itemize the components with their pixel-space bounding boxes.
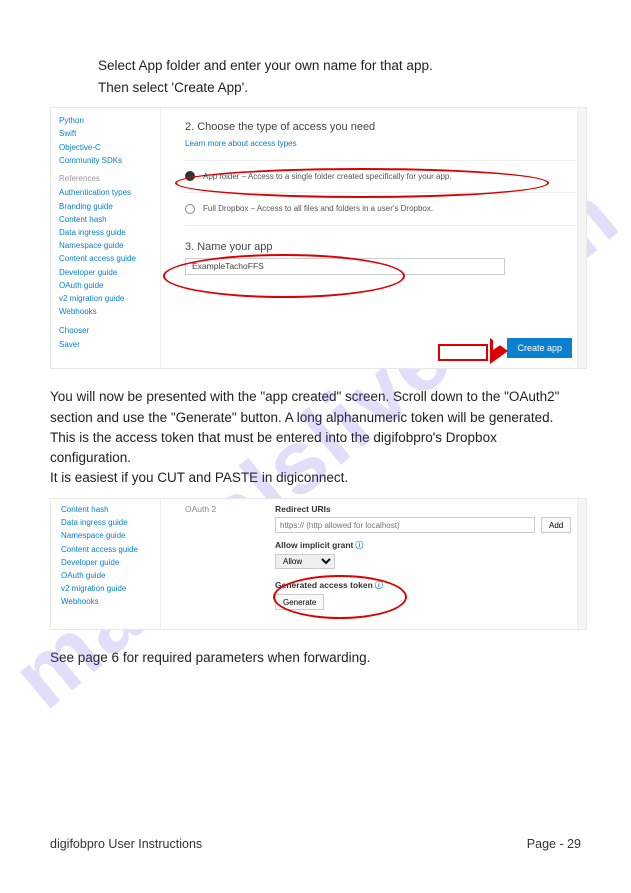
screenshot-1: Python Swift Objective-C Community SDKs … (50, 107, 587, 369)
sidebar-item[interactable]: Developer guide (59, 266, 160, 279)
add-button[interactable]: Add (541, 517, 571, 533)
intro-block: Select App folder and enter your own nam… (50, 56, 581, 97)
sidebar-item[interactable]: Content access guide (59, 252, 160, 265)
sidebar-item[interactable]: Python (59, 114, 160, 127)
implicit-grant-label: Allow implicit grant (275, 540, 353, 550)
sidebar-item[interactable]: Community SDKs (59, 154, 160, 167)
intro-line-1: Select App folder and enter your own nam… (50, 56, 581, 76)
sidebar-item[interactable]: Developer guide (61, 556, 160, 569)
sidebar-item[interactable]: OAuth guide (61, 569, 160, 582)
para-line: It is easiest if you CUT and PASTE in di… (50, 468, 581, 488)
intro-line-2: Then select 'Create App'. (50, 78, 581, 98)
sidebar-item[interactable]: Authentication types (59, 186, 160, 199)
sidebar-1: Python Swift Objective-C Community SDKs … (51, 108, 161, 368)
main-1: 2. Choose the type of access you need Le… (161, 108, 586, 368)
option-full-dropbox[interactable]: Full Dropbox – Access to all files and f… (185, 199, 576, 219)
sidebar-item[interactable]: Content access guide (61, 543, 160, 556)
middle-paragraph: You will now be presented with the "app … (50, 387, 581, 488)
sidebar-heading: References (59, 173, 160, 185)
sidebar-item[interactable]: Content hash (61, 503, 160, 516)
screenshot-2: Content hash Data ingress guide Namespac… (50, 498, 587, 630)
learn-link[interactable]: Learn more about access types (185, 138, 576, 150)
sidebar-item[interactable]: Chooser (59, 324, 160, 337)
sidebar-item[interactable]: v2 migration guide (61, 582, 160, 595)
step2-title: 2. Choose the type of access you need (185, 120, 576, 136)
redirect-uri-input[interactable] (275, 517, 535, 533)
sidebar-2: Content hash Data ingress guide Namespac… (51, 499, 161, 629)
para-line: You will now be presented with the "app … (50, 387, 581, 407)
annotation-arrow (438, 341, 508, 361)
sidebar-item[interactable]: Swift (59, 127, 160, 140)
option-label: Full Dropbox – Access to all files and f… (203, 203, 433, 215)
create-app-button[interactable]: Create app (507, 338, 572, 358)
redirect-uris-label: Redirect URIs (275, 504, 331, 514)
screenshot-2-wrap: Content hash Data ingress guide Namespac… (50, 498, 581, 630)
sidebar-item[interactable]: Webhooks (59, 305, 160, 318)
info-icon[interactable]: ⓘ (355, 541, 363, 550)
footer-right: Page - 29 (527, 835, 581, 853)
sidebar-item[interactable]: Content hash (59, 213, 160, 226)
screenshot-1-wrap: Python Swift Objective-C Community SDKs … (50, 107, 581, 369)
sidebar-item[interactable]: v2 migration guide (59, 292, 160, 305)
sidebar-item[interactable]: Branding guide (59, 200, 160, 213)
sidebar-item[interactable]: Data ingress guide (61, 516, 160, 529)
sidebar-item[interactable]: Webhooks (61, 595, 160, 608)
implicit-grant-select[interactable]: Allow (275, 554, 335, 569)
para-line: This is the access token that must be en… (50, 428, 581, 467)
annotation-ellipse-2 (163, 254, 405, 298)
para-line: section and use the "Generate" button. A… (50, 408, 581, 428)
footer-left: digifobpro User Instructions (50, 835, 202, 853)
sidebar-item[interactable]: OAuth guide (59, 279, 160, 292)
sidebar-item[interactable]: Saver (59, 338, 160, 351)
sidebar-item[interactable]: Objective-C (59, 141, 160, 154)
oauth2-heading: OAuth 2 (185, 503, 245, 611)
sidebar-item[interactable]: Namespace guide (61, 529, 160, 542)
page-footer: digifobpro User Instructions Page - 29 (50, 835, 581, 853)
step3-title: 3. Name your app (185, 240, 576, 256)
sidebar-item[interactable]: Namespace guide (59, 239, 160, 252)
annotation-ellipse-1 (175, 168, 549, 198)
document-page: manualslive.com Select App folder and en… (0, 0, 631, 893)
closing-line: See page 6 for required parameters when … (50, 648, 581, 668)
radio-empty-icon (185, 204, 195, 214)
annotation-ellipse-3 (273, 575, 407, 619)
sidebar-item[interactable]: Data ingress guide (59, 226, 160, 239)
